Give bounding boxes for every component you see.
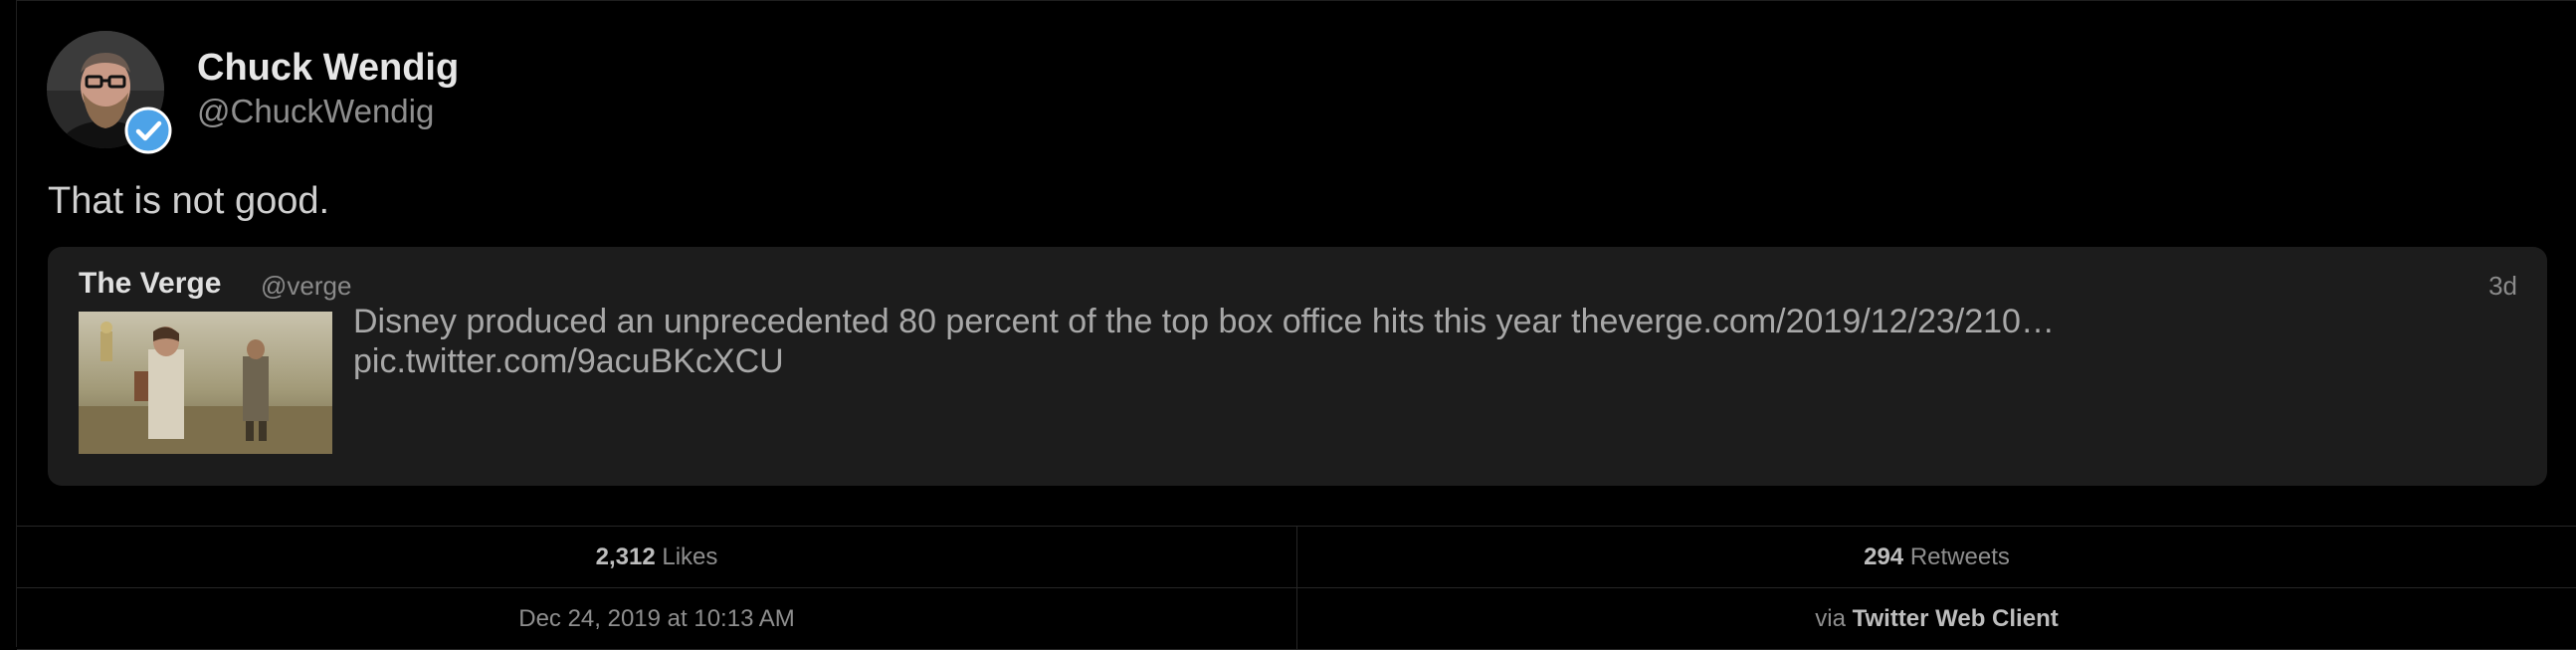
timestamp-text: Dec 24, 2019 at 10:13 AM xyxy=(518,604,795,632)
author-avatar[interactable] xyxy=(47,31,172,154)
tweet-source: via Twitter Web Client xyxy=(1296,588,2576,649)
likes-count: 2,312 xyxy=(595,542,656,570)
author-display-name[interactable]: Chuck Wendig xyxy=(197,47,459,90)
tweet-text: That is not good. xyxy=(48,180,330,222)
quoted-media-thumbnail[interactable] xyxy=(79,312,332,454)
quoted-tweet-card[interactable]: The Verge @verge 3d Disney produced an u… xyxy=(48,247,2547,486)
tweet-timestamp: Dec 24, 2019 at 10:13 AM xyxy=(17,588,1296,649)
tweet-detail: Chuck Wendig @ChuckWendig That is not go… xyxy=(16,0,2576,650)
stats-row-meta: Dec 24, 2019 at 10:13 AM via Twitter Web… xyxy=(17,588,2576,650)
likes-label: Likes xyxy=(662,542,718,570)
retweets-label: Retweets xyxy=(1909,542,2010,570)
via-prefix: via xyxy=(1815,604,1846,632)
quoted-text-line1: Disney produced an unprecedented 80 perc… xyxy=(353,303,2055,340)
author-handle[interactable]: @ChuckWendig xyxy=(197,93,434,130)
quoted-tweet-text: Disney produced an unprecedented 80 perc… xyxy=(353,302,2055,381)
verified-badge-icon xyxy=(124,107,172,154)
quoted-author-handle: @verge xyxy=(261,271,352,301)
quoted-media-link[interactable]: pic.twitter.com/9acuBKcXCU xyxy=(353,341,2055,381)
stats-row-engagement: 2,312 Likes 294 Retweets xyxy=(17,527,2576,588)
client-name: Twitter Web Client xyxy=(1852,604,2059,632)
retweets-stat[interactable]: 294 Retweets xyxy=(1296,527,2576,587)
quoted-author-name: The Verge xyxy=(79,267,222,300)
retweets-count: 294 xyxy=(1864,542,1904,570)
likes-stat[interactable]: 2,312 Likes xyxy=(17,527,1296,587)
tweet-stats: 2,312 Likes 294 Retweets Dec 24, 2019 at… xyxy=(17,526,2576,650)
quoted-time-ago: 3d xyxy=(2488,271,2517,301)
